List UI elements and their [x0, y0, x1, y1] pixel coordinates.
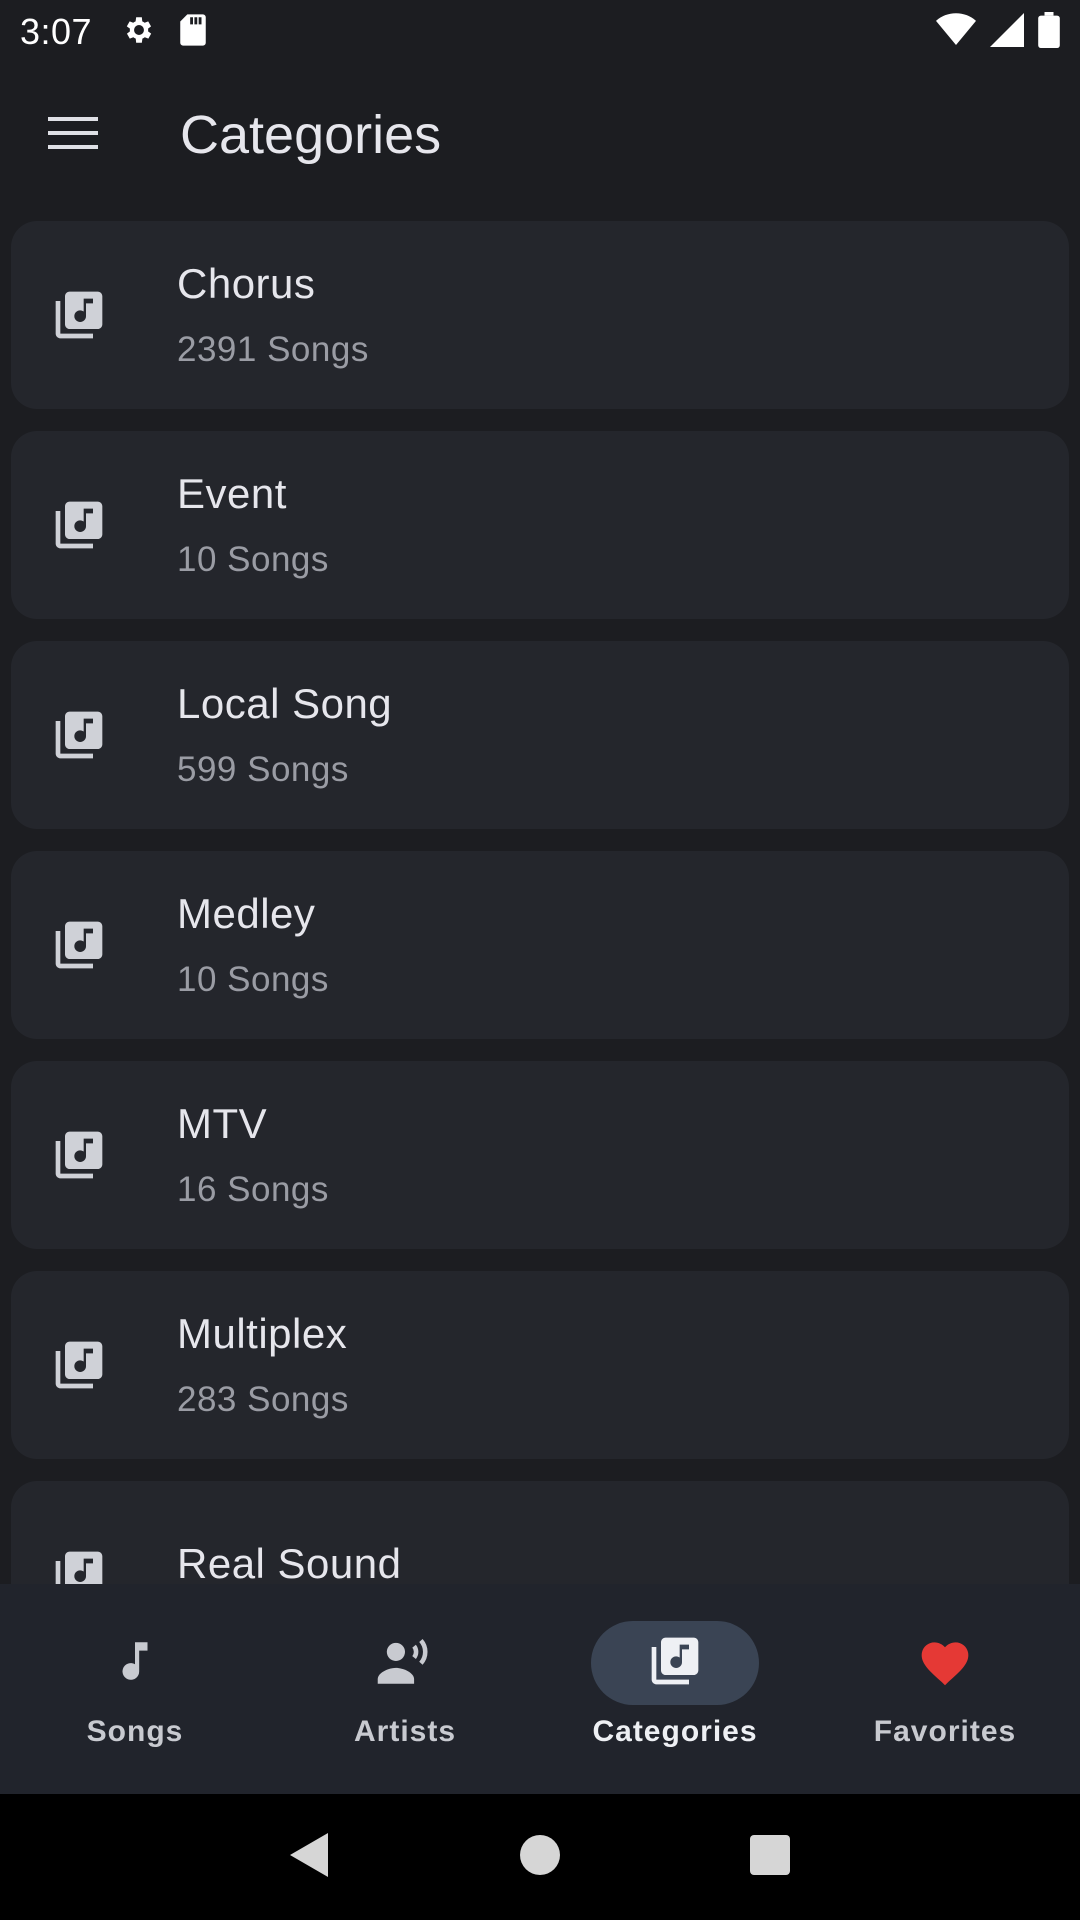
- category-name: Local Song: [177, 680, 393, 727]
- category-name: Event: [177, 470, 287, 517]
- category-text: Event 10 Songs: [177, 470, 329, 580]
- category-song-count: 16 Songs: [177, 1170, 329, 1209]
- library-music-icon: [647, 1633, 703, 1694]
- library-music-icon: [51, 1547, 107, 1584]
- library-music-icon: [51, 497, 107, 553]
- signal-icon: [990, 12, 1024, 52]
- category-name: Chorus: [177, 260, 316, 307]
- system-navigation-bar: [0, 1794, 1080, 1920]
- nav-item-artists[interactable]: Artists: [270, 1584, 540, 1794]
- home-icon: [520, 1834, 560, 1880]
- category-card-local-song[interactable]: Local Song 599 Songs: [11, 641, 1069, 829]
- category-card-mtv[interactable]: MTV 16 Songs: [11, 1061, 1069, 1249]
- library-music-icon: [51, 1127, 107, 1183]
- category-song-count: 283 Songs: [177, 1380, 349, 1419]
- nav-label: Favorites: [873, 1715, 1017, 1748]
- heart-icon: [917, 1635, 973, 1692]
- battery-icon: [1038, 11, 1060, 53]
- library-music-icon: [51, 1337, 107, 1393]
- sd-card-icon: [178, 13, 208, 52]
- category-song-count: 10 Songs: [177, 960, 329, 999]
- bottom-navigation: Songs Artists Categories Favorites: [0, 1584, 1080, 1794]
- nav-item-categories[interactable]: Categories: [540, 1584, 810, 1794]
- hamburger-menu-icon: [48, 115, 98, 156]
- category-card-chorus[interactable]: Chorus 2391 Songs: [11, 221, 1069, 409]
- library-music-icon: [51, 707, 107, 763]
- nav-item-songs[interactable]: Songs: [0, 1584, 270, 1794]
- category-text: Local Song 599 Songs: [177, 680, 392, 790]
- library-music-icon: [51, 287, 107, 343]
- category-song-count: 10 Songs: [177, 540, 329, 579]
- nav-pill: [51, 1621, 219, 1705]
- nav-pill: [861, 1621, 1029, 1705]
- category-card-multiplex[interactable]: Multiplex 283 Songs: [11, 1271, 1069, 1459]
- category-list[interactable]: Chorus 2391 Songs Event 10 Songs Local S…: [0, 220, 1080, 1584]
- nav-pill: [321, 1621, 489, 1705]
- nav-item-favorites[interactable]: Favorites: [810, 1584, 1080, 1794]
- category-text: Chorus 2391 Songs: [177, 260, 369, 370]
- category-card-medley[interactable]: Medley 10 Songs: [11, 851, 1069, 1039]
- category-text: Medley 10 Songs: [177, 890, 329, 1000]
- nav-label: Categories: [592, 1715, 758, 1748]
- nav-label: Artists: [353, 1715, 457, 1748]
- category-name: Medley: [177, 890, 316, 937]
- back-button[interactable]: [280, 1827, 340, 1887]
- settings-icon: [122, 13, 156, 52]
- status-right-icons: [936, 11, 1060, 53]
- library-music-icon: [51, 917, 107, 973]
- menu-button[interactable]: [18, 80, 128, 190]
- category-song-count: 2391 Songs: [177, 330, 369, 369]
- category-text: Multiplex 283 Songs: [177, 1310, 349, 1420]
- home-button[interactable]: [510, 1827, 570, 1887]
- category-name: Real Sound: [177, 1540, 402, 1584]
- status-time: 3:07: [20, 11, 93, 52]
- nav-label: Songs: [86, 1715, 184, 1748]
- category-text: MTV 16 Songs: [177, 1100, 329, 1210]
- music-note-icon: [110, 1636, 160, 1691]
- app-bar: Categories: [0, 64, 1080, 206]
- status-bar: 3:07: [0, 0, 1080, 64]
- recents-button[interactable]: [740, 1827, 800, 1887]
- category-card-real-sound[interactable]: Real Sound: [11, 1481, 1069, 1584]
- category-text: Real Sound: [177, 1540, 402, 1584]
- category-name: MTV: [177, 1100, 268, 1147]
- category-card-event[interactable]: Event 10 Songs: [11, 431, 1069, 619]
- category-song-count: 599 Songs: [177, 750, 349, 789]
- nav-pill-active: [591, 1621, 759, 1705]
- screen: 3:07 Categories Chorus 2391 Songs Event …: [0, 0, 1080, 1920]
- recents-icon: [750, 1834, 790, 1880]
- artist-speaking-icon: [375, 1636, 435, 1691]
- wifi-icon: [936, 12, 976, 52]
- status-left-icons: [122, 13, 208, 52]
- back-icon: [288, 1831, 332, 1884]
- page-title: Categories: [180, 105, 442, 165]
- category-name: Multiplex: [177, 1310, 348, 1357]
